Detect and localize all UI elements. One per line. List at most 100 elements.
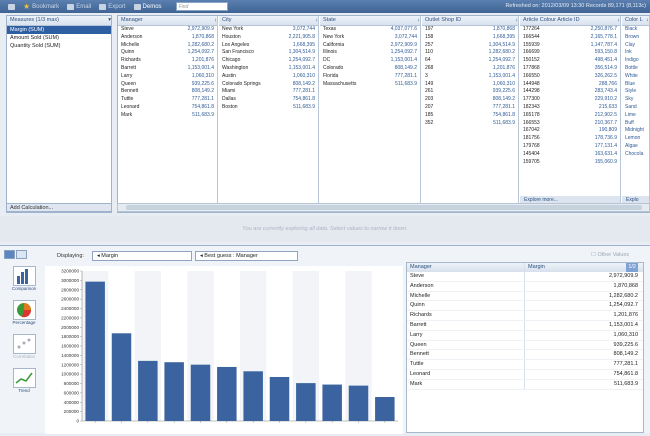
back-button[interactable] (8, 3, 15, 10)
value-row[interactable]: Bottle (622, 65, 649, 73)
value-row[interactable]: DC 1,153,001.4 (320, 57, 420, 65)
value-row[interactable]: San Francisco 1,304,514.9 (219, 49, 318, 57)
value-row[interactable]: 185 754,861.8 (422, 112, 518, 120)
value-row[interactable]: 150152 498,451.4 (520, 57, 620, 65)
comparison-chart-button[interactable]: Comparison (6, 266, 42, 297)
value-row[interactable]: 182343 215,633 (520, 104, 620, 112)
table-view-toggle[interactable] (16, 250, 27, 259)
value-row[interactable]: Ink (622, 49, 649, 57)
table-row[interactable]: Bennett 808,149.2 (407, 350, 643, 361)
value-row[interactable]: 203 808,149.2 (422, 96, 518, 104)
value-row[interactable]: Anderson 1,870,868 (118, 34, 217, 42)
value-row[interactable]: Illinois 1,254,092.7 (320, 49, 420, 57)
percentage-chart-button[interactable]: Percentage (6, 300, 42, 331)
dropdown-icon[interactable]: ▾ (108, 16, 111, 25)
value-row[interactable]: 197 1,870,868 (422, 26, 518, 34)
value-row[interactable]: Texas 4,037,077.6 (320, 26, 420, 34)
value-row[interactable]: Algae (622, 143, 649, 151)
column-header[interactable]: Outlet Shop ID ↓ (422, 16, 518, 26)
value-row[interactable]: Dallas 754,861.8 (219, 96, 318, 104)
column-header[interactable]: Article Colour Article ID ↓ (520, 16, 620, 26)
value-row[interactable]: 257 1,304,514.9 (422, 42, 518, 50)
value-row[interactable]: Midnight (622, 127, 649, 135)
value-row[interactable]: Sky (622, 96, 649, 104)
value-row[interactable]: 149 1,060,310 (422, 81, 518, 89)
value-row[interactable]: Clay (622, 42, 649, 50)
value-row[interactable]: Black (622, 26, 649, 34)
value-row[interactable]: Sand (622, 104, 649, 112)
value-row[interactable]: New York 3,072,744 (219, 26, 318, 34)
value-row[interactable]: 268 1,201,876 (422, 65, 518, 73)
value-row[interactable]: 167042 190,809 (520, 127, 620, 135)
value-row[interactable]: Florida 777,281.1 (320, 73, 420, 81)
value-row[interactable]: Buff (622, 120, 649, 128)
value-row[interactable]: Austin 1,060,310 (219, 73, 318, 81)
horizontal-scrollbar[interactable] (117, 203, 650, 212)
value-row[interactable]: Queen 939,225.6 (118, 81, 217, 89)
value-row[interactable]: California 2,972,909.9 (320, 42, 420, 50)
sort-badge[interactable]: 1/2 (626, 263, 638, 272)
table-row[interactable]: Leonard 754,861.8 (407, 369, 643, 380)
value-row[interactable]: Bennett 808,149.2 (118, 88, 217, 96)
value-row[interactable]: Boston 511,683.9 (219, 104, 318, 112)
value-row[interactable]: Chicago 1,254,092.7 (219, 57, 318, 65)
table-row[interactable]: Michelle 1,282,680.2 (407, 291, 643, 302)
column-header[interactable]: Color L ↓ (622, 16, 649, 26)
value-row[interactable]: Brown (622, 34, 649, 42)
value-row[interactable]: Houston 2,221,905.8 (219, 34, 318, 42)
scroll-thumb[interactable] (126, 205, 642, 210)
value-row[interactable]: 179768 177,131.4 (520, 143, 620, 151)
value-row[interactable]: 64 1,254,092.7 (422, 57, 518, 65)
value-row[interactable]: Tuttle 777,281.1 (118, 96, 217, 104)
value-row[interactable]: Lemon (622, 135, 649, 143)
value-row[interactable]: Barrett 1,153,001.4 (118, 65, 217, 73)
table-row[interactable]: Steve 2,972,909.9 (407, 272, 643, 282)
column-header-manager[interactable]: Manager (407, 263, 525, 272)
value-row[interactable]: Blue (622, 81, 649, 89)
sort-icon[interactable]: ↓ (646, 16, 649, 25)
value-row[interactable]: Indigo (622, 57, 649, 65)
value-row[interactable]: 166550 326,262.5 (520, 73, 620, 81)
value-row[interactable]: 177264 2,250,876.7 (520, 26, 620, 34)
value-row[interactable]: 181756 178,736.9 (520, 135, 620, 143)
table-row[interactable]: Richards 1,201,876 (407, 311, 643, 321)
add-calculation-button[interactable]: Add Calculation... (6, 203, 112, 212)
correlation-chart-button[interactable]: Correlation (6, 334, 42, 365)
table-row[interactable]: Barrett 1,153,001.4 (407, 320, 643, 331)
value-row[interactable]: Quinn 1,254,092.7 (118, 49, 217, 57)
value-row[interactable]: 207 777,281.1 (422, 104, 518, 112)
table-row[interactable]: Tuttle 777,281.1 (407, 360, 643, 370)
value-row[interactable]: 158 1,668,395 (422, 34, 518, 42)
table-row[interactable]: Anderson 1,870,868 (407, 281, 643, 292)
table-row[interactable]: Larry 1,060,310 (407, 330, 643, 341)
value-row[interactable]: Style (622, 88, 649, 96)
demos-button[interactable]: Demos (133, 3, 162, 10)
value-row[interactable]: 3 1,153,001.4 (422, 73, 518, 81)
value-row[interactable]: Massachusetts 511,683.9 (320, 81, 420, 89)
value-row[interactable]: 166699 593,150.8 (520, 49, 620, 57)
value-row[interactable]: 110 1,282,680.2 (422, 49, 518, 57)
bookmark-button[interactable]: ★ Bookmark (23, 2, 59, 10)
column-header[interactable]: Manager ↓ (118, 16, 217, 26)
value-row[interactable]: New York 3,072,744 (320, 34, 420, 42)
value-row[interactable]: 145404 163,631.4 (520, 151, 620, 159)
value-row[interactable]: 166553 210,367.7 (520, 120, 620, 128)
column-header-margin[interactable]: Margin 1/2 (525, 263, 641, 272)
value-row[interactable]: White (622, 73, 649, 81)
other-values-checkbox[interactable]: ☐ Other Values (591, 252, 629, 258)
trend-chart-button[interactable]: Trend (6, 368, 42, 399)
measure-item[interactable]: Margin (SUM) (7, 26, 111, 34)
value-row[interactable]: Los Angeles 1,668,395 (219, 42, 318, 50)
sort-icon[interactable]: ↓ (214, 16, 217, 25)
value-row[interactable]: Colorado 808,149.2 (320, 65, 420, 73)
table-row[interactable]: Queen 939,225.6 (407, 340, 643, 351)
sort-icon[interactable]: ↓ (417, 16, 420, 25)
measure-dropdown[interactable]: ◂ Margin (92, 251, 192, 261)
value-row[interactable]: Lime (622, 112, 649, 120)
measure-item[interactable]: Quantity Sold (SUM) (7, 42, 111, 50)
value-row[interactable]: 261 939,225.6 (422, 88, 518, 96)
value-row[interactable]: Richards 1,201,876 (118, 57, 217, 65)
value-row[interactable]: Colorado Springs 808,149.2 (219, 81, 318, 89)
value-row[interactable]: Washington 1,153,001.4 (219, 65, 318, 73)
value-row[interactable]: 177300 229,910.2 (520, 96, 620, 104)
